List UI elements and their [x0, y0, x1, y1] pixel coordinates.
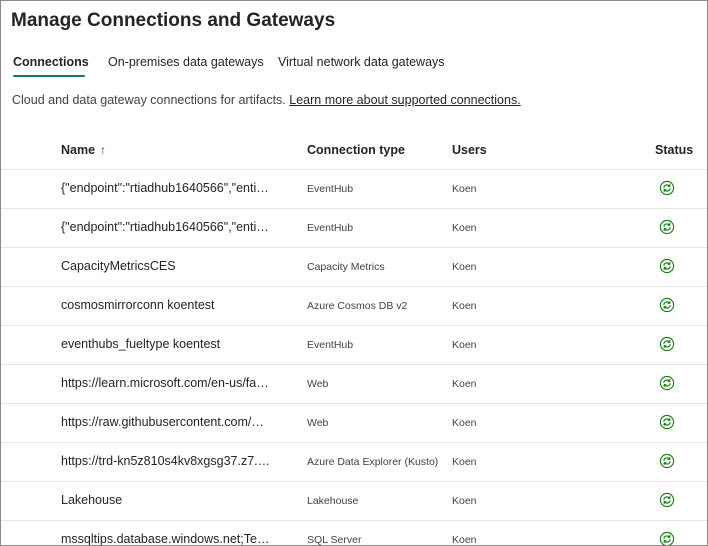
tab-connections[interactable]: Connections: [13, 55, 89, 77]
connection-users: Koen: [452, 456, 477, 468]
connection-name[interactable]: https://raw.githubusercontent.com/micros…: [61, 415, 271, 429]
connection-name[interactable]: eventhubs_fueltype koentest: [61, 337, 271, 351]
refresh-status-icon-graphic: [659, 453, 675, 469]
column-header-name-label: Name: [61, 143, 96, 157]
connection-type: EventHub: [307, 339, 354, 351]
learn-more-link[interactable]: Learn more about supported connections.: [289, 93, 520, 107]
table-row[interactable]: {"endpoint":"rtiadhub1640566","entityPat…: [1, 170, 707, 209]
table-row[interactable]: CapacityMetricsCES Capacity Metrics Koen: [1, 248, 707, 287]
connections-table: Name ↑ Connection type Users Status {"end…: [1, 131, 707, 546]
table-row[interactable]: eventhubs_fueltype koentest EventHub Koe…: [1, 326, 707, 365]
connection-type: Azure Cosmos DB v2: [307, 300, 408, 312]
connection-name[interactable]: CapacityMetricsCES: [61, 259, 271, 273]
connection-type: Web: [307, 378, 329, 390]
connection-name[interactable]: https://learn.microsoft.com/en-us/fabric…: [61, 376, 271, 390]
connection-type: EventHub: [307, 183, 354, 195]
refresh-status-icon[interactable]: [659, 414, 675, 430]
connection-users: Koen: [452, 495, 477, 507]
manage-connections-panel: Manage Connections and Gateways Connecti…: [0, 0, 708, 546]
table-body: {"endpoint":"rtiadhub1640566","entityPat…: [1, 170, 707, 546]
refresh-status-icon[interactable]: [659, 258, 675, 274]
refresh-status-icon[interactable]: [659, 531, 675, 545]
refresh-status-icon-graphic: [659, 297, 675, 313]
connection-type: Capacity Metrics: [307, 261, 385, 273]
refresh-status-icon-graphic: [659, 414, 675, 430]
refresh-status-icon-graphic: [659, 375, 675, 391]
table-row[interactable]: https://raw.githubusercontent.com/micros…: [1, 404, 707, 443]
table-row[interactable]: {"endpoint":"rtiadhub1640566","entityPat…: [1, 209, 707, 248]
column-header-connection-type[interactable]: Connection type: [307, 143, 405, 157]
page-description: Cloud and data gateway connections for a…: [12, 93, 521, 107]
connection-type: Lakehouse: [307, 495, 359, 507]
connection-users: Koen: [452, 261, 477, 273]
connection-type: EventHub: [307, 222, 354, 234]
refresh-status-icon-graphic: [659, 492, 675, 508]
connection-users: Koen: [452, 183, 477, 195]
table-row[interactable]: Lakehouse Lakehouse Koen: [1, 482, 707, 521]
connection-type: SQL Server: [307, 534, 362, 546]
connection-name[interactable]: {"endpoint":"rtiadhub1640566","entityPat…: [61, 220, 271, 234]
connection-users: Koen: [452, 417, 477, 429]
refresh-status-icon-graphic: [659, 258, 675, 274]
connection-users: Koen: [452, 300, 477, 312]
refresh-status-icon[interactable]: [659, 297, 675, 313]
page-title: Manage Connections and Gateways: [11, 10, 336, 31]
tab-virtual-network-label: Virtual network data gateways: [278, 55, 445, 69]
connection-name[interactable]: https://trd-kn5z810s4kv8xgsg37.z7.kusto.…: [61, 454, 271, 468]
connection-name[interactable]: {"endpoint":"rtiadhub1640566","entityPat…: [61, 181, 271, 195]
connection-users: Koen: [452, 378, 477, 390]
sort-ascending-icon: ↑: [100, 143, 107, 157]
table-row[interactable]: mssqltips.database.windows.net;TestDatab…: [1, 521, 707, 546]
table-row[interactable]: https://trd-kn5z810s4kv8xgsg37.z7.kusto.…: [1, 443, 707, 482]
connection-type: Web: [307, 417, 329, 429]
connection-users: Koen: [452, 222, 477, 234]
connection-type: Azure Data Explorer (Kusto): [307, 456, 439, 468]
description-text: Cloud and data gateway connections for a…: [12, 93, 286, 107]
connection-users: Koen: [452, 534, 477, 546]
table-row[interactable]: cosmosmirrorconn koentest Azure Cosmos D…: [1, 287, 707, 326]
tab-on-premises-data-gateways[interactable]: On-premises data gateways: [108, 55, 264, 69]
tab-connections-label: Connections: [13, 55, 89, 69]
connection-name[interactable]: mssqltips.database.windows.net;TestDatab…: [61, 532, 271, 545]
table-row[interactable]: https://learn.microsoft.com/en-us/fabric…: [1, 365, 707, 404]
refresh-status-icon[interactable]: [659, 453, 675, 469]
connection-name[interactable]: Lakehouse: [61, 493, 271, 507]
connection-name[interactable]: cosmosmirrorconn koentest: [61, 298, 271, 312]
refresh-status-icon[interactable]: [659, 336, 675, 352]
table-header-row: Name ↑ Connection type Users Status: [1, 131, 707, 170]
column-header-users[interactable]: Users: [452, 143, 487, 157]
refresh-status-icon[interactable]: [659, 219, 675, 235]
tab-virtual-network-data-gateways[interactable]: Virtual network data gateways: [278, 55, 445, 69]
refresh-status-icon-graphic: [659, 219, 675, 235]
refresh-status-icon-graphic: [659, 531, 675, 545]
column-header-name[interactable]: Name ↑: [61, 143, 106, 157]
refresh-status-icon[interactable]: [659, 375, 675, 391]
tab-on-premises-label: On-premises data gateways: [108, 55, 264, 69]
connection-users: Koen: [452, 339, 477, 351]
refresh-status-icon-graphic: [659, 180, 675, 196]
refresh-status-icon-graphic: [659, 336, 675, 352]
refresh-status-icon[interactable]: [659, 180, 675, 196]
column-header-status[interactable]: Status: [655, 143, 693, 157]
active-tab-indicator: [13, 75, 85, 77]
refresh-status-icon[interactable]: [659, 492, 675, 508]
